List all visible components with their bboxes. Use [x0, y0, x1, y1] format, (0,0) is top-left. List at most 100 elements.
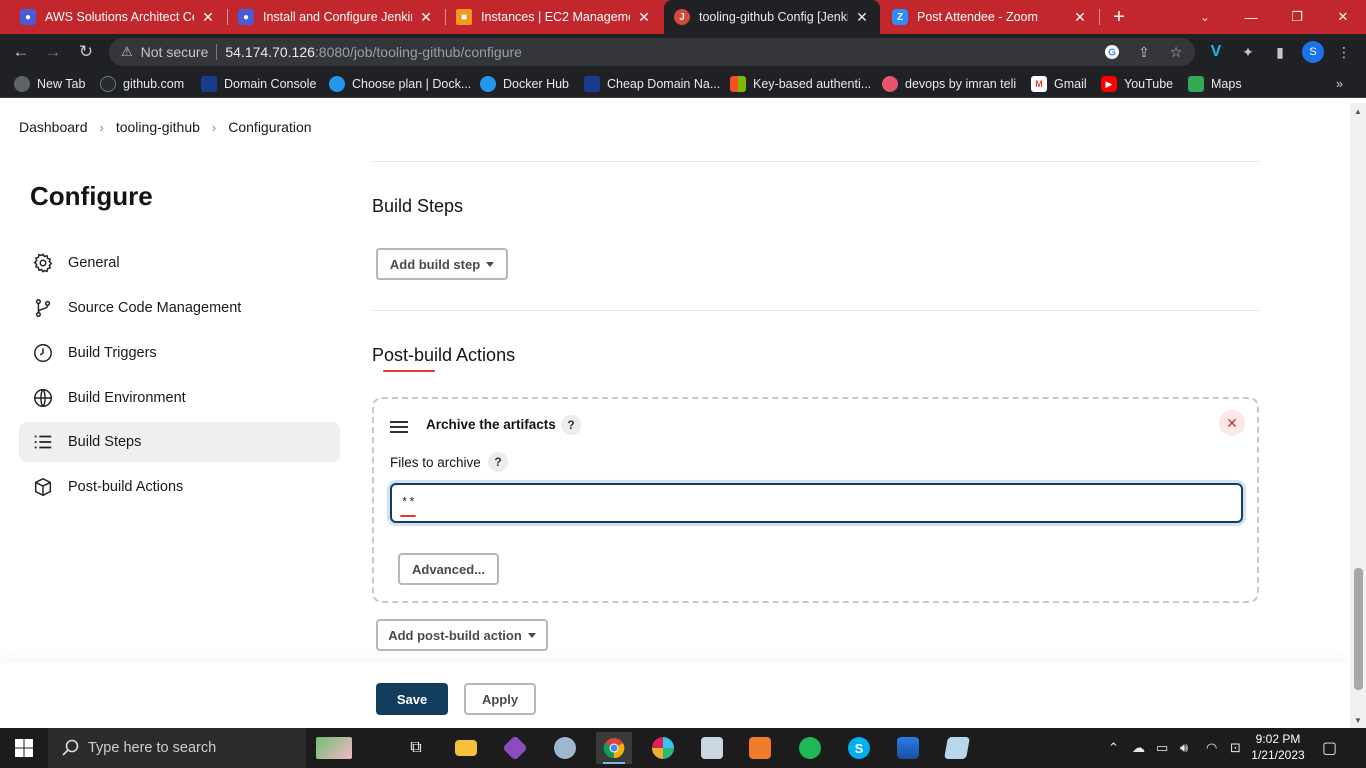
warning-triangle-icon: ⚠	[121, 44, 133, 59]
task-view-icon[interactable]: ⧉	[398, 732, 434, 764]
slack-icon[interactable]	[645, 732, 681, 764]
back-arrow-icon[interactable]: ←	[8, 39, 34, 65]
sidebar-item-build-steps[interactable]: Build Steps	[19, 422, 340, 462]
google-lens-icon[interactable]: G	[1102, 42, 1122, 62]
tab-ec2-instances[interactable]: ■ Instances | EC2 Management ✕	[446, 0, 662, 34]
sidebar-item-build-triggers[interactable]: Build Triggers	[19, 333, 340, 373]
extensions-puzzle-icon[interactable]: ✦	[1238, 42, 1258, 62]
bookmark-docker-plan[interactable]: Choose plan | Dock...	[329, 75, 471, 93]
address-bar[interactable]: ⚠ Not secure 54.174.70.126 :8080/job/too…	[109, 38, 1195, 66]
bookmark-key-auth[interactable]: Key-based authenti...	[730, 75, 871, 93]
kebab-menu-icon[interactable]: ⋮	[1334, 42, 1354, 62]
apply-button[interactable]: Apply	[464, 683, 536, 715]
window-close-icon[interactable]: ✕	[1320, 0, 1366, 34]
scroll-down-icon[interactable]: ▼	[1350, 712, 1366, 728]
save-button[interactable]: Save	[376, 683, 448, 715]
docker-icon	[329, 76, 345, 92]
bookmark-label: devops by imran teli	[905, 77, 1017, 91]
close-icon[interactable]: ✕	[418, 9, 434, 26]
bookmark-domain-console[interactable]: Domain Console	[201, 75, 316, 93]
add-post-build-action-button[interactable]: Add post-build action	[376, 619, 548, 651]
bookmarks-overflow-icon[interactable]: »	[1336, 75, 1343, 93]
profile-avatar[interactable]: S	[1302, 41, 1324, 63]
help-icon[interactable]: ?	[488, 452, 508, 472]
taskbar-search-input[interactable]: Type here to search	[48, 728, 306, 768]
list-icon	[34, 435, 52, 449]
advanced-button[interactable]: Advanced...	[398, 553, 499, 585]
system-clock[interactable]: 9:02 PM 1/21/2023	[1238, 731, 1318, 763]
notes-app-icon[interactable]	[939, 732, 975, 764]
close-icon[interactable]: ✕	[1219, 410, 1245, 436]
help-icon[interactable]: ?	[561, 415, 581, 435]
share-icon[interactable]: ⇪	[1134, 42, 1154, 62]
volume-icon[interactable]: 🔊︎	[1180, 728, 1188, 768]
archive-artifacts-title: Archive the artifacts	[426, 417, 556, 432]
battery-icon[interactable]: ▭	[1156, 728, 1168, 768]
bookmark-new-tab[interactable]: New Tab	[14, 75, 85, 93]
side-panel-icon[interactable]: ▮	[1270, 42, 1290, 62]
breadcrumb-job[interactable]: tooling-github	[116, 119, 200, 135]
url-divider	[216, 44, 218, 60]
close-icon[interactable]: ✕	[636, 9, 652, 26]
skype-icon[interactable]: S	[841, 732, 877, 764]
git-app-icon[interactable]	[497, 732, 533, 764]
windows-start-icon[interactable]	[0, 728, 48, 768]
close-icon[interactable]: ✕	[854, 9, 870, 26]
bookmark-label: Gmail	[1054, 77, 1087, 91]
onedrive-cloud-icon[interactable]: ☁	[1132, 728, 1145, 768]
vimeo-extension-icon[interactable]: V	[1206, 42, 1226, 62]
section-divider	[372, 310, 1259, 311]
app-icon[interactable]	[547, 732, 583, 764]
media-player-icon[interactable]	[742, 732, 778, 764]
tab-title: Instances | EC2 Management	[481, 10, 630, 24]
tab-search-chevron-icon[interactable]: ⌄	[1182, 0, 1228, 34]
sidebar-item-general[interactable]: General	[19, 243, 340, 283]
reload-icon[interactable]: ↻	[73, 39, 99, 65]
cortana-image-icon[interactable]	[316, 732, 352, 764]
wifi-icon[interactable]: ◠	[1206, 728, 1217, 768]
tab-title: Post Attendee - Zoom	[917, 10, 1038, 24]
add-build-step-button[interactable]: Add build step	[376, 248, 508, 280]
bookmark-star-icon[interactable]: ☆	[1166, 42, 1186, 62]
close-icon[interactable]: ✕	[1072, 9, 1088, 26]
bookmark-gmail[interactable]: M Gmail	[1031, 75, 1087, 93]
tab-aws-solutions[interactable]: ● AWS Solutions Architect Cert ✕	[10, 0, 226, 34]
sidebar-item-build-environment[interactable]: Build Environment	[19, 378, 340, 418]
spotify-icon[interactable]	[792, 732, 828, 764]
scroll-up-icon[interactable]: ▲	[1350, 103, 1366, 119]
bookmark-cheap-domain[interactable]: Cheap Domain Na...	[584, 75, 720, 93]
drag-handle-icon[interactable]	[390, 421, 408, 436]
chrome-icon[interactable]	[596, 732, 632, 764]
breadcrumb-current: Configuration	[228, 119, 312, 135]
tray-overflow-icon[interactable]: ⌃	[1108, 728, 1119, 768]
file-explorer-icon[interactable]	[448, 732, 484, 764]
bookmark-youtube[interactable]: ▶ YouTube	[1101, 75, 1173, 93]
new-tab-plus-icon[interactable]: +	[1108, 0, 1130, 34]
bookmark-docker-hub[interactable]: Docker Hub	[480, 75, 569, 93]
minimize-icon[interactable]: —	[1228, 0, 1274, 34]
sidebar-item-post-build[interactable]: Post-build Actions	[19, 467, 340, 507]
page-scrollbar[interactable]: ▲ ▼	[1350, 103, 1366, 728]
notification-icon[interactable]: ▢	[1322, 728, 1337, 768]
tab-install-jenkins[interactable]: ● Install and Configure Jenkins ✕	[228, 0, 444, 34]
breadcrumb-dashboard[interactable]: Dashboard	[19, 119, 88, 135]
sidebar-item-scm[interactable]: Source Code Management	[19, 288, 340, 328]
bookmark-label: YouTube	[1124, 77, 1174, 91]
close-icon[interactable]: ✕	[200, 9, 216, 26]
bookmark-maps[interactable]: Maps	[1188, 75, 1242, 93]
build-steps-title: Build Steps	[372, 196, 464, 216]
restore-icon[interactable]: ❐	[1274, 0, 1320, 34]
section-divider	[372, 161, 1259, 162]
files-to-archive-input[interactable]	[390, 483, 1243, 523]
docker-icon	[480, 76, 496, 92]
tab-jenkins-config[interactable]: J tooling-github Config [Jenkins] ✕	[664, 0, 880, 34]
photos-app-icon[interactable]	[694, 732, 730, 764]
bookmark-github[interactable]: github.com	[100, 75, 184, 93]
bookmark-label: Docker Hub	[503, 77, 569, 91]
scrollbar-thumb[interactable]	[1354, 568, 1363, 690]
bookmark-devops[interactable]: devops by imran teli	[882, 75, 1016, 93]
forward-arrow-icon[interactable]: →	[40, 39, 66, 65]
windows-taskbar: Type here to search ⧉ S ⌃ ☁ ▭ 🔊︎ ◠ ⊡ 9:0…	[0, 728, 1366, 768]
tab-zoom-attendee[interactable]: Z Post Attendee - Zoom ✕	[882, 0, 1098, 34]
image-viewer-icon[interactable]	[890, 732, 926, 764]
